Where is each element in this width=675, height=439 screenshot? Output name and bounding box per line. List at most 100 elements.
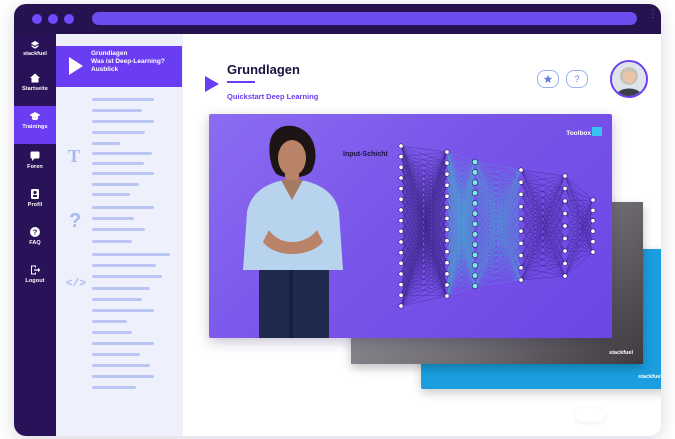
network-node xyxy=(444,149,450,155)
logo-icon xyxy=(30,40,40,49)
user-icon xyxy=(31,189,39,199)
window-dot-icon[interactable] xyxy=(48,14,58,24)
address-bar[interactable] xyxy=(92,12,637,25)
network-node xyxy=(398,250,404,256)
kebab-menu-icon[interactable]: ⋮ xyxy=(648,10,658,25)
nav-item-startseite[interactable]: Startseite xyxy=(14,68,56,106)
network-node xyxy=(590,218,596,224)
page-title: Grundlagen xyxy=(227,62,300,77)
question-icon: ? xyxy=(69,210,82,232)
network-node xyxy=(398,186,404,192)
network-edge xyxy=(520,175,566,183)
network-node xyxy=(398,239,404,245)
network-node xyxy=(398,143,404,149)
sidebar: stackfuel Startseite Trainings Foren Pro… xyxy=(14,34,56,436)
network-node xyxy=(518,253,524,259)
network-node xyxy=(590,239,596,245)
network-node xyxy=(471,241,479,248)
favorite-button[interactable] xyxy=(537,70,559,88)
avatar[interactable] xyxy=(610,60,648,98)
network-node xyxy=(444,215,450,221)
network-node xyxy=(562,211,568,217)
network-node xyxy=(444,227,450,233)
network-node xyxy=(562,223,568,229)
network-node xyxy=(398,154,404,160)
network-edge xyxy=(520,213,566,281)
network-node xyxy=(444,238,450,244)
network-node xyxy=(444,160,450,166)
video-player[interactable]: Toolbox Input-Schicht xyxy=(209,114,612,338)
course-subtitle[interactable]: Quickstart Deep Learning xyxy=(227,92,318,101)
network-edge xyxy=(446,151,476,163)
star-icon xyxy=(543,74,553,83)
window-dot-icon[interactable] xyxy=(32,14,42,24)
window-dot-icon[interactable] xyxy=(64,14,74,24)
user-portrait-icon xyxy=(612,62,646,96)
network-node xyxy=(518,240,524,246)
nav-item-foren[interactable]: Foren xyxy=(14,146,56,184)
window-titlebar: ⋮ xyxy=(14,4,661,34)
scroll-pill[interactable] xyxy=(575,408,605,422)
nav-label: Profil xyxy=(27,202,43,208)
graduation-cap-icon xyxy=(29,112,41,121)
logout-icon xyxy=(31,265,41,275)
chapter-label: Grundlagen Was ist Deep-Learning? Ausbli… xyxy=(91,50,165,73)
chapter-panel: Grundlagen Was ist Deep-Learning? Ausbli… xyxy=(56,34,183,436)
network-edge xyxy=(474,279,522,287)
brand-name: stackfuel xyxy=(23,51,47,57)
nav-item-faq[interactable]: ? FAQ xyxy=(14,222,56,260)
network-node xyxy=(471,282,479,290)
network-node xyxy=(471,220,479,228)
nav-item-logout[interactable]: Logout xyxy=(14,260,56,298)
network-node xyxy=(398,207,404,213)
network-node xyxy=(518,228,524,234)
network-node xyxy=(471,251,479,259)
network-node xyxy=(590,197,596,203)
network-node xyxy=(398,228,404,234)
network-node xyxy=(590,228,596,234)
toolbox-icon xyxy=(592,127,602,136)
network-node xyxy=(471,158,479,166)
network-edge xyxy=(446,285,476,297)
nav-label: Logout xyxy=(25,278,45,284)
network-node xyxy=(471,189,479,197)
main-content: Grundlagen Quickstart Deep Learning ? st… xyxy=(183,34,661,436)
network-edge xyxy=(520,169,566,177)
toolbox-label: Toolbox xyxy=(566,130,591,137)
network-node xyxy=(398,175,404,181)
network-edge xyxy=(564,199,594,202)
network-node xyxy=(518,204,524,210)
question-icon: ? xyxy=(574,74,580,84)
network-node xyxy=(518,216,524,222)
network-node xyxy=(444,282,450,288)
help-button[interactable]: ? xyxy=(566,70,588,88)
network-node xyxy=(518,167,524,173)
network-node xyxy=(398,271,404,277)
title-underline xyxy=(227,81,255,83)
network-node xyxy=(444,260,450,266)
network-node xyxy=(562,185,568,191)
network-node xyxy=(444,271,450,277)
network-node xyxy=(398,196,404,202)
network-node xyxy=(562,273,568,279)
text-icon: T xyxy=(68,146,81,166)
nav-item-profil[interactable]: Profil xyxy=(14,184,56,222)
network-edge xyxy=(400,145,448,153)
network-edge xyxy=(564,175,594,232)
chapter-item-active[interactable]: Grundlagen Was ist Deep-Learning? Ausbli… xyxy=(56,46,182,87)
code-icon: </> xyxy=(66,278,86,290)
nav-item-trainings[interactable]: Trainings xyxy=(14,106,56,144)
network-node xyxy=(562,248,568,254)
network-node xyxy=(471,272,479,279)
network-node xyxy=(471,210,479,217)
brand-logo[interactable]: stackfuel xyxy=(14,40,56,57)
network-node xyxy=(562,198,568,204)
play-icon xyxy=(69,57,83,75)
card-brand: stackfuel xyxy=(609,350,633,356)
nav-label: Startseite xyxy=(21,86,49,92)
play-icon[interactable] xyxy=(205,76,219,92)
network-node xyxy=(562,173,568,179)
network-node xyxy=(444,249,450,255)
network-node xyxy=(518,179,524,185)
nav-label: Trainings xyxy=(22,124,48,130)
